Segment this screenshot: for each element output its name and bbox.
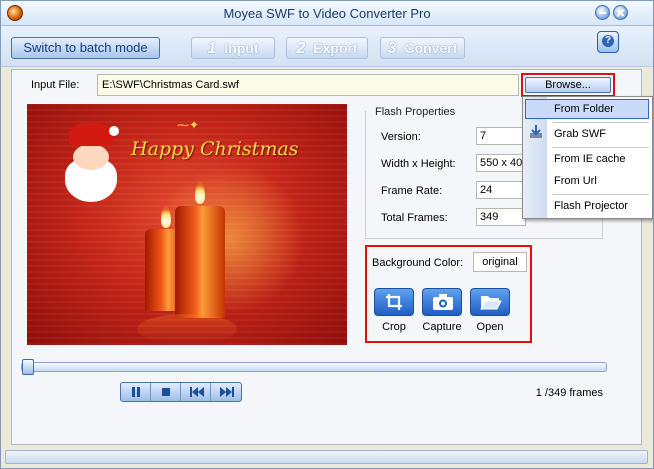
open-button[interactable] [470, 288, 510, 316]
menu-item-from-ie-cache[interactable]: From IE cache [554, 153, 626, 165]
total-frames-value: 349 [476, 208, 526, 226]
stop-icon [162, 388, 170, 396]
step-export-button[interactable]: 2 Export [286, 37, 368, 59]
menu-separator [553, 194, 649, 195]
frame-rate-label: Frame Rate: [381, 185, 443, 197]
crop-button[interactable] [374, 288, 414, 316]
browse-highlight: Browse... [521, 73, 615, 97]
preview-greeting: Happy Christmas [131, 138, 299, 160]
santa-pom [109, 126, 119, 136]
birds-icon: ⁓✦ [177, 118, 200, 132]
rewind-icon [190, 387, 204, 397]
camera-icon [433, 294, 453, 310]
stop-button[interactable] [152, 383, 181, 401]
timeline-slider-thumb[interactable] [22, 359, 34, 375]
background-color-select[interactable]: original [473, 252, 527, 272]
step-number: 2 [296, 40, 306, 57]
step-label: Input [224, 40, 259, 56]
folder-open-icon [480, 296, 502, 310]
santa-hat [69, 122, 113, 146]
pause-button[interactable] [122, 383, 151, 401]
menu-separator [553, 147, 649, 148]
menu-item-flash-projector[interactable]: Flash Projector [554, 200, 628, 212]
total-frames-label: Total Frames: [381, 212, 448, 224]
help-button[interactable]: ? [597, 31, 619, 53]
fast-forward-icon [220, 387, 234, 397]
flash-preview: ⁓✦ Happy Christmas [27, 104, 347, 345]
browse-button[interactable]: Browse... [525, 77, 611, 93]
step-label: Convert [404, 40, 458, 56]
app-window: Moyea SWF to Video Converter Pro Switch … [0, 0, 654, 469]
menu-item-grab-swf[interactable]: Grab SWF [554, 128, 606, 140]
flash-properties-title: Flash Properties [373, 106, 458, 118]
timeline-slider[interactable] [21, 362, 607, 372]
capture-button[interactable] [422, 288, 462, 316]
step-convert-button[interactable]: 3 Convert [380, 37, 465, 59]
title-bar: Moyea SWF to Video Converter Pro [1, 1, 653, 26]
step-input-button[interactable]: 1 Input [191, 37, 275, 59]
step-number: 1 [207, 40, 217, 57]
santa-image [61, 122, 121, 204]
toolbar: Switch to batch mode 1 Input 2 Export 3 Con… [1, 26, 653, 67]
window-title: Moyea SWF to Video Converter Pro [223, 6, 431, 21]
status-progress-bar [5, 450, 648, 464]
candle-right [175, 206, 225, 318]
crop-icon [386, 294, 402, 310]
previous-frame-button[interactable] [182, 383, 211, 401]
version-value: 7 [476, 127, 526, 145]
size-value: 550 x 400 [476, 154, 526, 172]
step-number: 3 [387, 40, 397, 57]
candle-reflection [137, 314, 237, 344]
next-frame-button[interactable] [212, 383, 241, 401]
pause-icon [132, 387, 140, 397]
version-label: Version: [381, 131, 421, 143]
input-file-label: Input File: [31, 79, 80, 91]
help-icon: ? [602, 35, 614, 47]
open-label: Open [476, 321, 504, 333]
frame-counter: 1 /349 frames [535, 387, 603, 399]
input-file-field[interactable]: E:\SWF\Christmas Card.swf [97, 74, 519, 96]
menu-separator [553, 122, 649, 123]
frame-rate-value: 24 [476, 181, 526, 199]
background-color-label: Background Color: [372, 257, 464, 269]
step-label: Export [313, 40, 358, 56]
close-button[interactable] [613, 5, 628, 20]
crop-label: Crop [382, 321, 406, 333]
menu-item-from-url[interactable]: From Url [554, 175, 597, 187]
size-label: Width x Height: [381, 158, 456, 170]
minimize-button[interactable] [595, 5, 610, 20]
capture-label: Capture [422, 321, 462, 333]
switch-batch-mode-button[interactable]: Switch to batch mode [11, 37, 160, 59]
santa-face [73, 144, 109, 170]
menu-item-from-folder[interactable]: From Folder [554, 103, 614, 115]
download-icon [530, 125, 542, 138]
